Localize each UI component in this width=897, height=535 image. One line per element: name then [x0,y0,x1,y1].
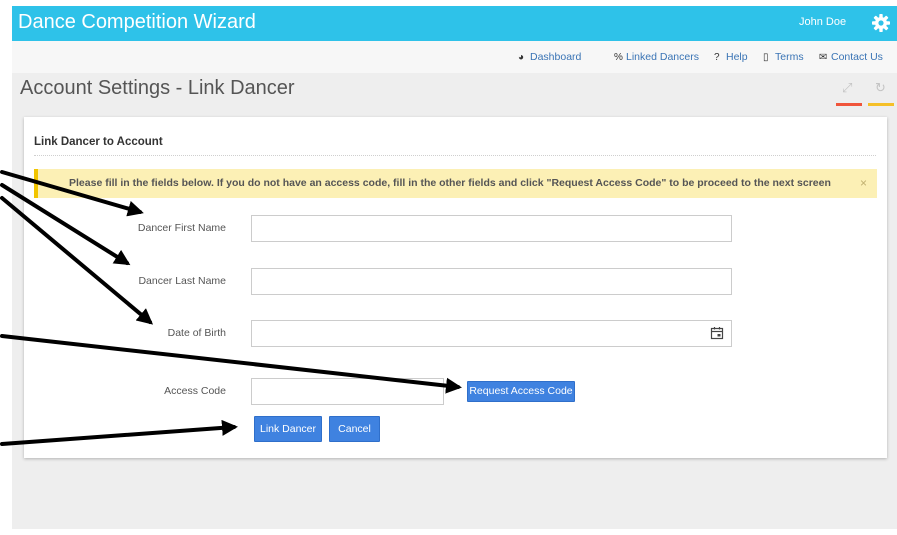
nav-contact-us[interactable]: ✉ Contact Us [819,51,883,63]
dob-label: Date of Birth [167,327,226,339]
first-name-label: Dancer First Name [137,222,226,234]
last-name-label: Dancer Last Name [138,275,226,287]
nav-help[interactable]: ? Help [714,51,748,63]
expand-icon[interactable]: ⤢ [842,80,852,96]
page-header: Account Settings - Link Dancer ⤢ ↻ [12,74,897,106]
page-title: Account Settings - Link Dancer [20,77,295,99]
refresh-indicator [868,103,894,106]
link-dancer-button[interactable]: Link Dancer [254,416,322,442]
dob-input[interactable] [251,320,732,347]
gear-icon[interactable] [871,13,891,33]
link-icon: % [614,52,623,63]
last-name-input[interactable] [251,268,732,295]
user-name[interactable]: John Doe [799,16,846,28]
dashboard-icon: ◕ [518,52,525,63]
help-icon: ? [714,52,720,63]
nav-dashboard[interactable]: ◕ Dashboard [518,51,581,63]
alert-message: Please fill in the fields below. If you … [69,177,831,189]
refresh-icon[interactable]: ↻ [875,80,886,96]
nav-terms[interactable]: ▯ Terms [763,51,804,63]
nav-help-label: Help [726,51,748,63]
app-title[interactable]: Dance Competition Wizard [18,11,256,34]
request-access-code-button[interactable]: Request Access Code [467,381,575,402]
calendar-icon[interactable] [710,326,724,340]
first-name-input[interactable] [251,215,732,242]
nav-dashboard-label: Dashboard [530,51,582,63]
app-window: Dance Competition Wizard John Doe ◕ Dashb… [12,6,897,529]
envelope-icon: ✉ [819,52,828,63]
info-alert: Please fill in the fields below. If you … [34,169,877,198]
nav-linked-dancers-label: Linked Dancers [626,51,699,63]
cancel-button[interactable]: Cancel [329,416,380,442]
close-icon[interactable]: × [860,176,867,190]
panel-divider [34,155,876,156]
document-icon: ▯ [763,52,769,63]
expand-indicator [836,103,862,106]
nav-linked-dancers[interactable]: % Linked Dancers [614,51,699,63]
panel-title: Link Dancer to Account [34,136,163,148]
top-bar: Dance Competition Wizard John Doe [12,6,897,41]
link-dancer-panel: Link Dancer to Account Please fill in th… [24,117,887,458]
access-code-label: Access Code [164,385,226,397]
nav-terms-label: Terms [775,51,804,63]
nav-bar: ◕ Dashboard % Linked Dancers ? Help ▯ Terms … [12,41,897,73]
nav-contact-us-label: Contact Us [831,51,883,63]
access-code-input[interactable] [251,378,444,405]
